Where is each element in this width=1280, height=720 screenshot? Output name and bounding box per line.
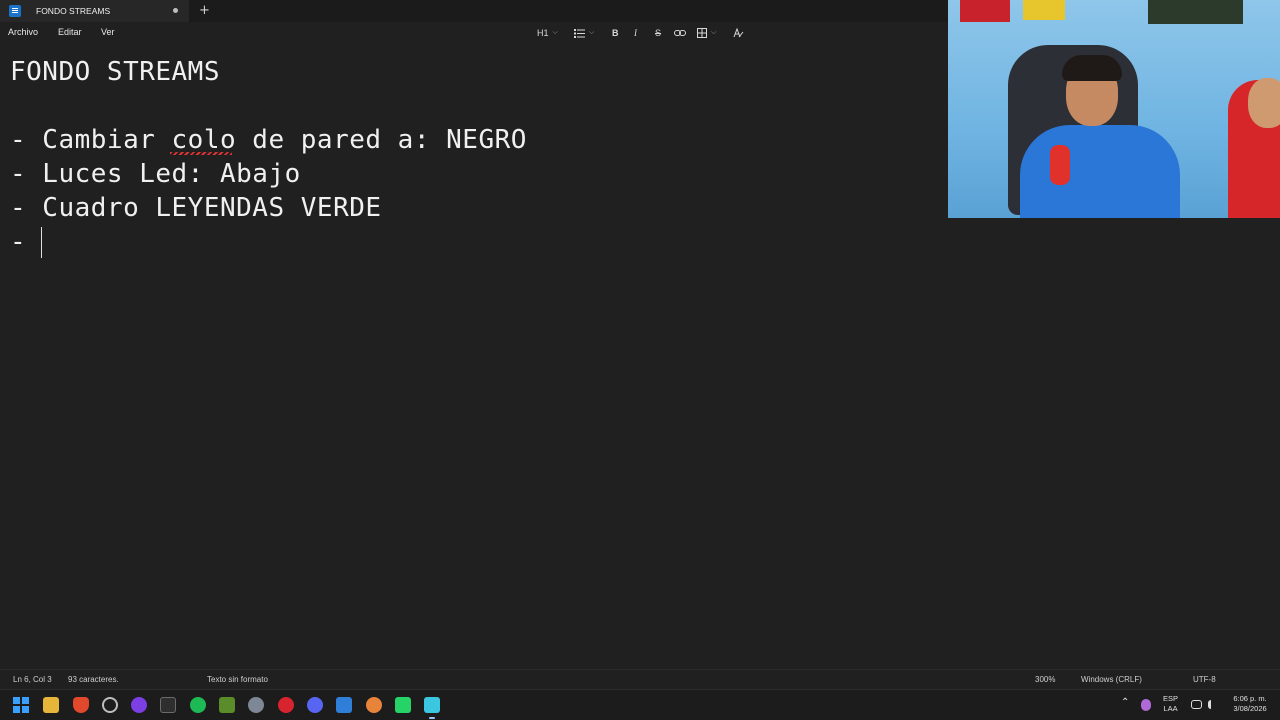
strikethrough-button[interactable]: S	[655, 26, 661, 40]
status-bar: Ln 6, Col 3 93 caracteres. Texto sin for…	[0, 669, 1280, 689]
taskbar: ⌃ ESP LAA 6:06 p. m. 3/08/2026	[0, 689, 1280, 720]
menu-bar: Archivo Editar Ver H1 ⌵ ⌵ B I S ⌵	[0, 22, 948, 44]
language-code: ESP	[1163, 694, 1179, 703]
obs-icon[interactable]	[131, 697, 147, 713]
second-person-head	[1248, 78, 1280, 128]
chevron-down-icon: ⌵	[552, 29, 558, 36]
editor-area[interactable]: FONDO STREAMS - Cambiar colo de pared a:…	[0, 44, 948, 669]
app-orange-icon[interactable]	[366, 697, 382, 713]
document-line-4: - Luces Led: Abajo	[10, 159, 301, 189]
discord-icon[interactable]	[307, 697, 323, 713]
date: 3/08/2026	[1233, 704, 1267, 713]
menu-archivo[interactable]: Archivo	[8, 27, 38, 37]
clock[interactable]: 6:06 p. m. 3/08/2026	[1226, 694, 1274, 714]
table-dropdown[interactable]: ⌵	[697, 26, 716, 40]
clear-formatting-button[interactable]	[733, 26, 744, 40]
chevron-down-icon: ⌵	[589, 29, 595, 36]
chevron-down-icon: ⌵	[711, 29, 717, 36]
italic-button[interactable]: I	[634, 26, 637, 40]
app-blue-icon[interactable]	[336, 697, 352, 713]
cursor-position: Ln 6, Col 3	[13, 675, 52, 684]
microphone	[1050, 145, 1070, 185]
keyboard-layout: LAA	[1163, 704, 1178, 713]
new-tab-button[interactable]: +	[199, 3, 210, 19]
link-button[interactable]	[674, 26, 686, 40]
spellcheck-underline	[170, 152, 232, 155]
table-icon	[697, 28, 707, 38]
microphone-icon[interactable]	[1141, 699, 1151, 711]
streamer-body	[1020, 125, 1180, 218]
spotify-icon[interactable]	[190, 697, 206, 713]
terminal-icon[interactable]	[160, 697, 176, 713]
tab-fondo-streams[interactable]: FONDO STREAMS	[0, 0, 189, 22]
link-icon	[674, 30, 686, 36]
notepad-icon[interactable]	[424, 697, 440, 719]
whatsapp-icon[interactable]	[395, 697, 411, 713]
unsaved-dot-icon[interactable]	[173, 8, 178, 13]
network-icon[interactable]	[1191, 700, 1202, 709]
document-line-1: FONDO STREAMS	[10, 57, 220, 87]
document-line-3: - Cambiar colo de pared a: NEGRO	[10, 125, 527, 155]
webcam-overlay	[948, 0, 1280, 218]
volume-icon[interactable]	[1208, 700, 1218, 709]
list-dropdown[interactable]: ⌵	[574, 26, 594, 40]
bulleted-list-icon	[574, 28, 585, 38]
wall-frame	[1148, 0, 1243, 24]
document-line-6: -	[10, 227, 43, 257]
brave-icon[interactable]	[73, 697, 89, 713]
chevron-up-icon[interactable]: ⌃	[1121, 698, 1129, 708]
document-line-5: - Cuadro LEYENDAS VERDE	[10, 193, 382, 223]
clear-formatting-icon	[733, 28, 744, 38]
zoom-level[interactable]: 300%	[1035, 675, 1055, 684]
wall-jersey	[960, 0, 1010, 22]
menu-ver[interactable]: Ver	[101, 27, 115, 37]
notepad-icon	[9, 5, 21, 17]
bold-button[interactable]: B	[612, 26, 619, 40]
text-caret	[41, 227, 42, 258]
menu-editar[interactable]: Editar	[58, 27, 82, 37]
app-red-icon[interactable]	[278, 697, 294, 713]
encoding[interactable]: UTF-8	[1193, 675, 1216, 684]
language-indicator[interactable]: ESP LAA	[1163, 694, 1178, 714]
chrome-like-icon[interactable]	[102, 697, 118, 713]
nvidia-icon[interactable]	[219, 697, 235, 713]
settings-icon[interactable]	[248, 697, 264, 713]
file-explorer-icon[interactable]	[43, 697, 59, 713]
heading-label: H1	[537, 28, 549, 38]
streamer-hair	[1062, 55, 1122, 81]
heading-dropdown[interactable]: H1 ⌵	[537, 26, 558, 40]
windows-start-icon[interactable]	[13, 697, 29, 713]
wall-jersey	[1023, 0, 1065, 20]
time: 6:06 p. m.	[1233, 694, 1267, 703]
format-mode[interactable]: Texto sin formato	[207, 675, 268, 684]
tab-title: FONDO STREAMS	[36, 6, 111, 16]
line-endings[interactable]: Windows (CRLF)	[1081, 675, 1142, 684]
character-count: 93 caracteres.	[68, 675, 119, 684]
